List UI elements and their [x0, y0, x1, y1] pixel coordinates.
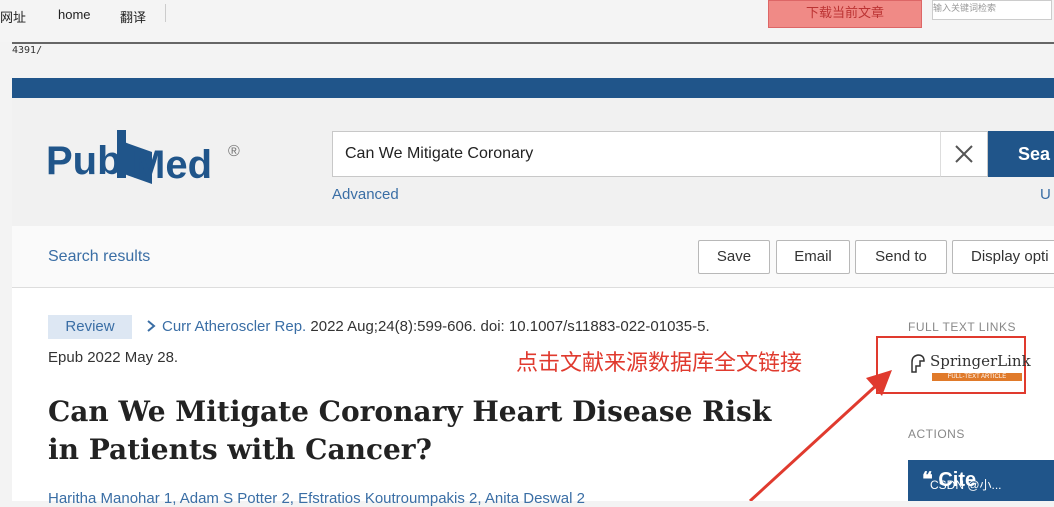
download-article-button[interactable]: 下载当前文章 — [768, 0, 922, 28]
search-button[interactable]: Sea — [988, 131, 1054, 177]
springerlink-label: SpringerLink — [930, 352, 1031, 370]
toolbar-search-input[interactable]: 输入关键词检索 — [932, 0, 1052, 20]
logo-pub: Pub — [46, 139, 122, 183]
logo-registered: ® — [228, 143, 240, 160]
ncbi-banner — [12, 78, 1054, 98]
annotation-arrow-icon — [748, 370, 892, 501]
search-input[interactable] — [333, 132, 947, 176]
article-title: Can We Mitigate Coronary Heart Disease R… — [48, 395, 772, 466]
nav-item-url[interactable]: 网址 — [0, 7, 26, 26]
nav-item-translate[interactable]: 翻译 — [120, 7, 146, 26]
clear-search-button[interactable] — [940, 131, 988, 177]
search-box[interactable] — [332, 131, 947, 177]
logo-med: Med — [132, 143, 212, 187]
nav-item-home[interactable]: home — [58, 7, 91, 22]
pubmed-logo[interactable]: Pub Med ® — [46, 122, 246, 197]
send-to-button[interactable]: Send to — [855, 240, 947, 274]
chevron-right-icon — [147, 320, 156, 332]
epub-date: Epub 2022 May 28. — [48, 349, 179, 366]
pubmed-logo-icon: Pub Med ® — [46, 130, 240, 187]
email-button[interactable]: Email — [776, 240, 850, 274]
citation-details: 2022 Aug;24(8):599-606. doi: 10.1007/s11… — [306, 318, 710, 335]
springer-horse-icon — [911, 354, 925, 373]
close-icon — [955, 145, 973, 163]
url-fragment: 4391/ — [12, 45, 43, 56]
address-bar-border — [12, 42, 1054, 44]
toolbar-divider — [165, 4, 166, 22]
springerlink-sublabel: FULL-TEXT ARTICLE — [932, 373, 1022, 381]
author-list[interactable]: Haritha Manohar 1, Adam S Potter 2, Efst… — [48, 490, 585, 507]
journal-link[interactable]: Curr Atheroscler Rep. — [162, 318, 306, 335]
full-text-links-heading: FULL TEXT LINKS — [908, 320, 1016, 334]
back-to-search-results-link[interactable]: Search results — [48, 248, 150, 266]
publication-type-badge[interactable]: Review — [48, 315, 132, 339]
display-options-button[interactable]: Display opti — [952, 240, 1054, 274]
user-guide-link[interactable]: U — [1040, 186, 1051, 203]
csdn-watermark: CSDN @小... — [930, 478, 1002, 492]
actions-heading: ACTIONS — [908, 427, 965, 441]
citation-line: Curr Atheroscler Rep. 2022 Aug;24(8):599… — [146, 318, 710, 335]
save-button[interactable]: Save — [698, 240, 770, 274]
advanced-search-link[interactable]: Advanced — [332, 186, 399, 203]
